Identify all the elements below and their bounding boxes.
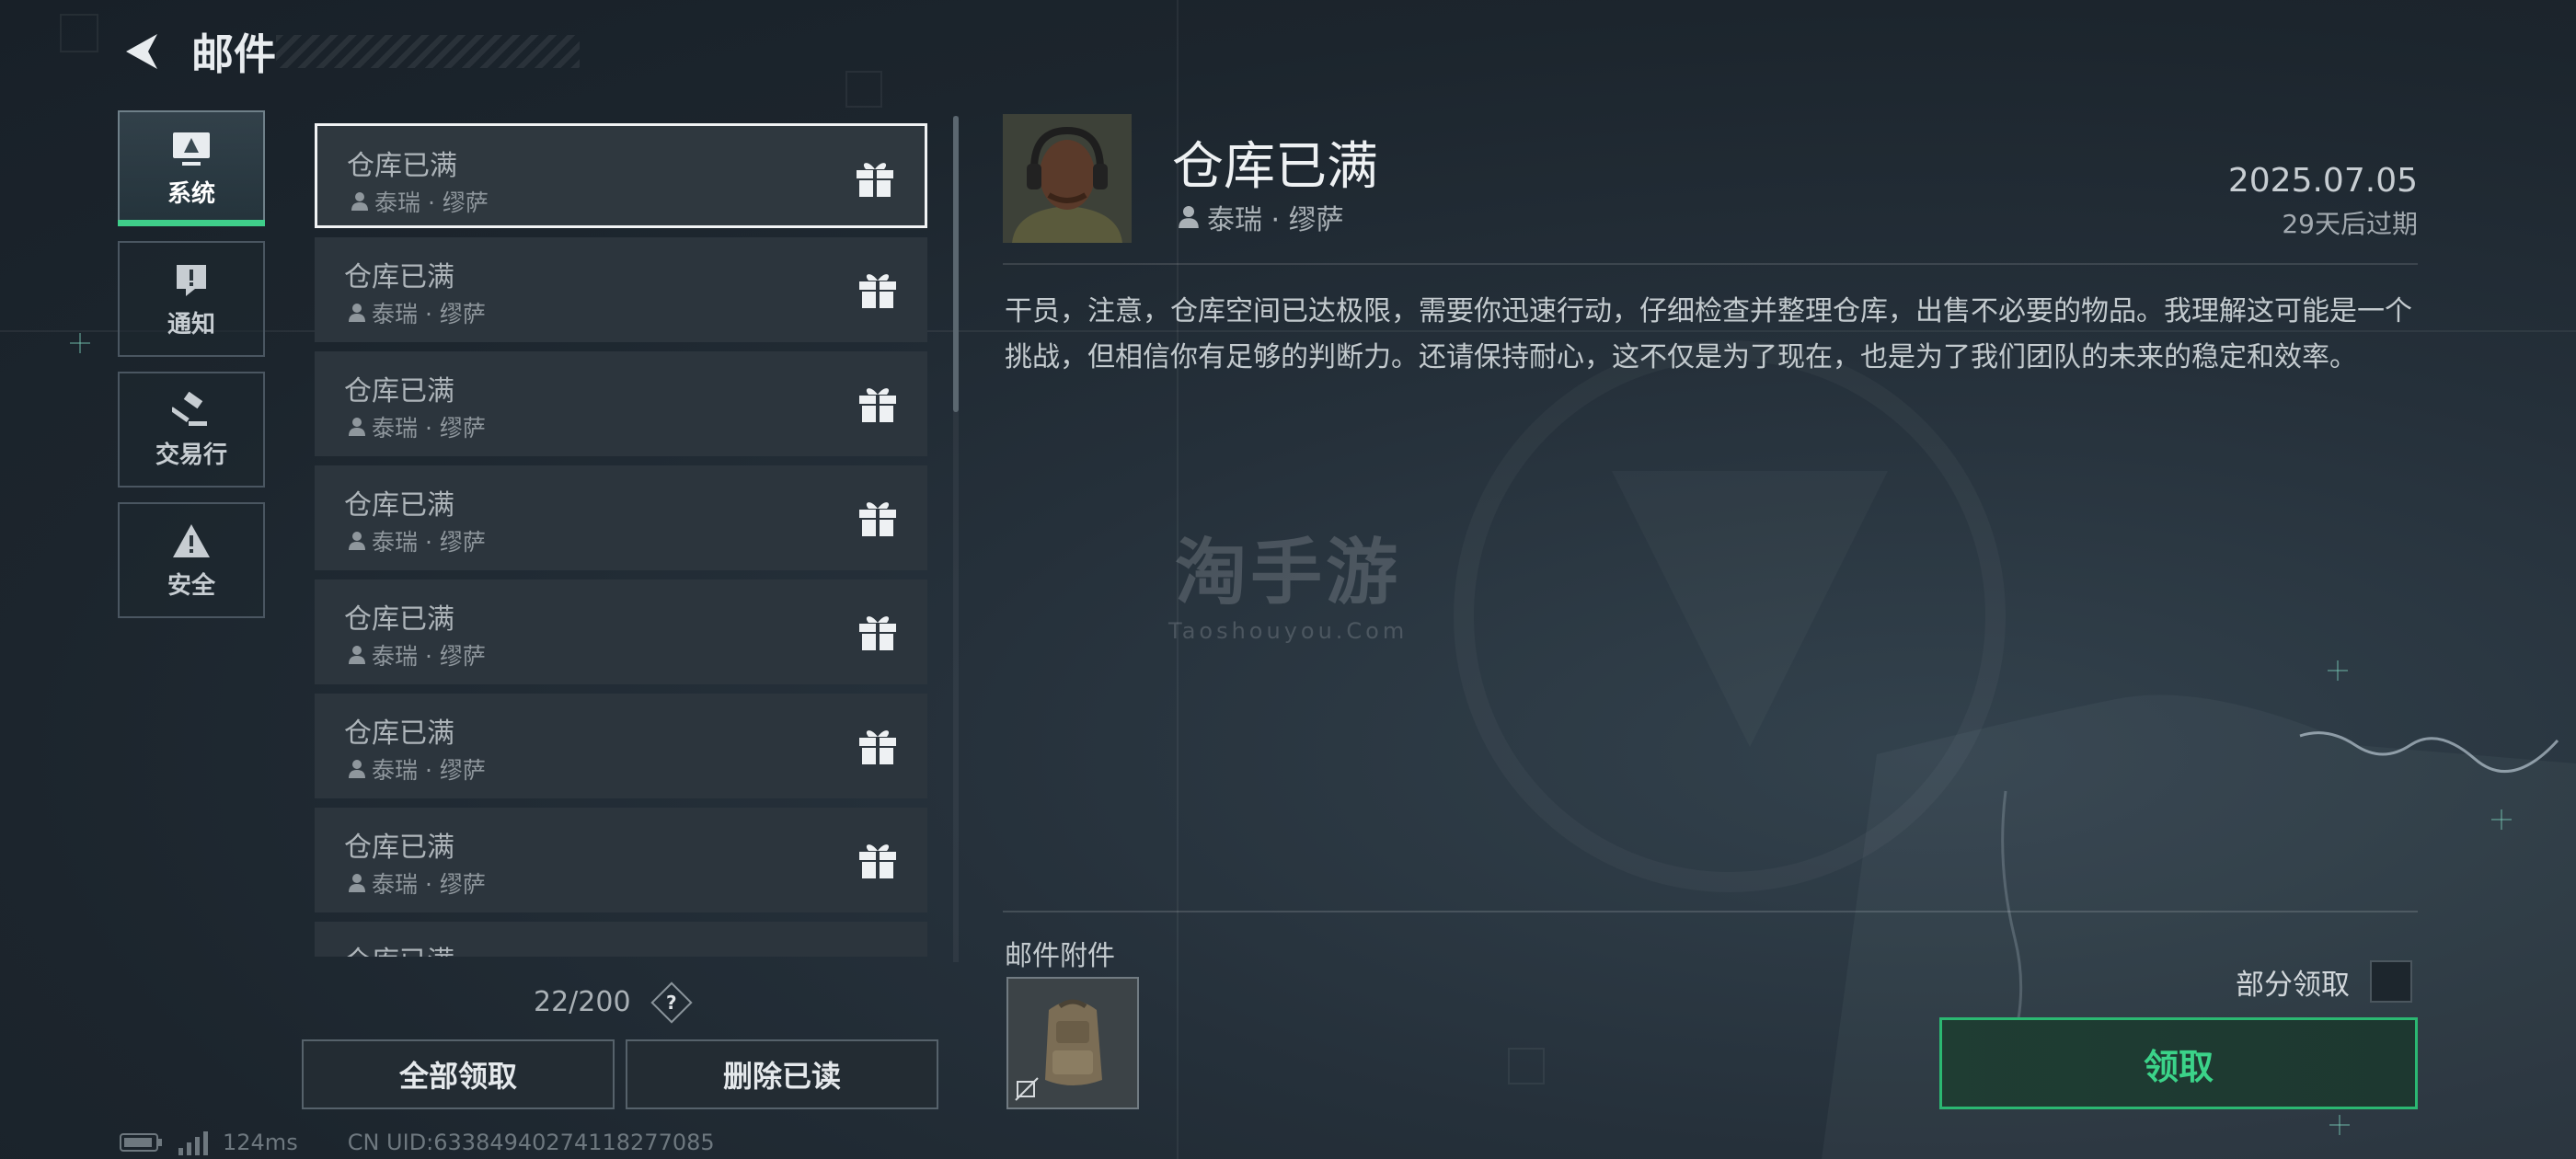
mail-item-sender: 泰瑞 · 缪萨 bbox=[374, 189, 489, 216]
mail-sender-row: 泰瑞 · 缪萨 bbox=[1178, 197, 1344, 237]
help-icon: ? bbox=[665, 991, 677, 1014]
watermark: 淘手游 Taoshouyou.Com bbox=[1168, 515, 1408, 644]
notice-icon bbox=[169, 259, 213, 300]
gift-icon bbox=[859, 502, 896, 536]
mail-item-sender-row: 泰瑞 · 缪萨 bbox=[351, 185, 489, 218]
mail-item-sender-row: 泰瑞 · 缪萨 bbox=[348, 638, 486, 671]
mail-list: 仓库已满 泰瑞 · 缪萨 仓库已满 泰瑞 · 缪萨 仓库已满 泰瑞 · 缪萨 仓… bbox=[313, 123, 931, 957]
tab-market[interactable]: 交易行 bbox=[118, 372, 265, 488]
partial-claim-checkbox[interactable] bbox=[2370, 960, 2412, 1003]
mail-item-sender-row: 泰瑞 · 缪萨 bbox=[348, 410, 486, 443]
mail-counter-row: 22/200 ? bbox=[534, 981, 693, 1024]
sender-avatar bbox=[1003, 114, 1132, 243]
person-icon bbox=[351, 192, 368, 211]
attachments-label: 邮件附件 bbox=[1005, 940, 1115, 972]
person-icon bbox=[349, 418, 365, 436]
delete-read-button[interactable]: 删除已读 bbox=[626, 1039, 938, 1109]
mail-item-sender-row: 泰瑞 · 缪萨 bbox=[348, 752, 486, 786]
mail-item-title: 仓库已满 bbox=[347, 150, 457, 182]
tab-notice-label: 通知 bbox=[167, 310, 215, 339]
header: 邮件 bbox=[118, 22, 276, 81]
mail-item-title: 仓库已满 bbox=[344, 261, 454, 293]
person-icon bbox=[349, 760, 365, 778]
signal-icon bbox=[177, 1130, 210, 1155]
mail-title: 仓库已满 bbox=[1172, 137, 1378, 197]
mail-item[interactable]: 仓库已满 泰瑞 · 缪萨 bbox=[315, 465, 927, 570]
mail-item-title: 仓库已满 bbox=[344, 717, 454, 750]
monitor-icon bbox=[169, 129, 213, 169]
watermark-sub: Taoshouyou.Com bbox=[1168, 618, 1409, 644]
unbound-icon bbox=[1015, 1077, 1039, 1101]
mail-item[interactable]: 仓库已满 泰瑞 · 缪萨 bbox=[315, 237, 927, 342]
watermark-main: 淘手游 bbox=[1175, 532, 1402, 614]
gift-icon bbox=[859, 388, 896, 422]
mail-item-title: 仓库已满 bbox=[344, 375, 454, 407]
battery-icon bbox=[120, 1132, 164, 1153]
mail-item-title: 仓库已满 bbox=[344, 603, 454, 636]
mail-item-selected[interactable]: 仓库已满 泰瑞 · 缪萨 bbox=[315, 123, 927, 228]
gift-icon bbox=[859, 730, 896, 764]
tab-security[interactable]: 安全 bbox=[118, 502, 265, 618]
warning-icon bbox=[169, 521, 213, 561]
mail-item[interactable]: 仓库已满 泰瑞 · 缪萨 bbox=[315, 580, 927, 684]
detail-divider bbox=[1003, 263, 2418, 265]
page-title: 邮件 bbox=[191, 29, 276, 79]
ping-value: 124ms bbox=[223, 1130, 298, 1155]
mail-counter: 22/200 bbox=[534, 986, 631, 1018]
mail-item-title: 仓库已满 bbox=[344, 832, 454, 864]
gift-icon bbox=[857, 163, 893, 197]
mail-expire: 29天后过期 bbox=[2282, 209, 2418, 239]
background-emblem bbox=[1454, 340, 2006, 892]
partial-claim-row: 部分领取 bbox=[2236, 960, 2412, 1003]
mail-item-title: 仓库已满 bbox=[344, 489, 454, 522]
partial-claim-label: 部分领取 bbox=[2236, 968, 2350, 1002]
mail-item-title: 仓库已满 bbox=[344, 938, 454, 957]
attachment-backpack[interactable] bbox=[1006, 977, 1139, 1109]
mail-body: 干员，注意，仓库空间已达极限，需要你迅速行动，仔细检查并整理仓库，出售不必要的物… bbox=[1005, 295, 2412, 373]
mail-item[interactable]: 仓库已满 bbox=[315, 922, 927, 957]
person-icon bbox=[349, 874, 365, 892]
tab-notice[interactable]: 通知 bbox=[118, 241, 265, 357]
mail-item[interactable]: 仓库已满 泰瑞 · 缪萨 bbox=[315, 351, 927, 456]
user-uid: CN UID:63384940274118277085 bbox=[347, 1130, 715, 1155]
mail-item[interactable]: 仓库已满 泰瑞 · 缪萨 bbox=[315, 694, 927, 798]
gift-icon bbox=[859, 844, 896, 878]
status-bar: 124ms CN UID:63384940274118277085 bbox=[120, 1130, 728, 1155]
mail-item-sender: 泰瑞 · 缪萨 bbox=[372, 415, 486, 442]
back-arrow-icon bbox=[126, 34, 157, 69]
gavel-icon bbox=[169, 390, 213, 430]
person-icon bbox=[1179, 206, 1199, 228]
back-button[interactable] bbox=[118, 28, 166, 75]
mail-item-sender: 泰瑞 · 缪萨 bbox=[372, 757, 486, 784]
person-icon bbox=[349, 532, 365, 550]
help-button[interactable]: ? bbox=[650, 981, 693, 1024]
gift-icon bbox=[859, 616, 896, 650]
mail-item-sender-row: 泰瑞 · 缪萨 bbox=[348, 296, 486, 329]
mail-sender: 泰瑞 · 缪萨 bbox=[1207, 204, 1344, 236]
tab-system-label: 系统 bbox=[167, 179, 215, 208]
mail-item[interactable]: 仓库已满 泰瑞 · 缪萨 bbox=[315, 808, 927, 912]
mail-item-sender: 泰瑞 · 缪萨 bbox=[372, 871, 486, 898]
tab-market-label: 交易行 bbox=[155, 441, 227, 469]
tab-security-label: 安全 bbox=[167, 571, 215, 600]
mail-list-scrollbar[interactable] bbox=[953, 116, 959, 412]
title-stripes bbox=[276, 35, 580, 68]
claim-button[interactable]: 领取 bbox=[1939, 1017, 2418, 1109]
mail-item-sender: 泰瑞 · 缪萨 bbox=[372, 529, 486, 556]
mail-item-sender-row: 泰瑞 · 缪萨 bbox=[348, 524, 486, 557]
tab-system[interactable]: 系统 bbox=[118, 110, 265, 226]
attachments-divider bbox=[1003, 911, 2418, 912]
mail-item-sender-row: 泰瑞 · 缪萨 bbox=[348, 866, 486, 900]
mail-item-sender: 泰瑞 · 缪萨 bbox=[372, 301, 486, 327]
mail-item-sender: 泰瑞 · 缪萨 bbox=[372, 643, 486, 670]
mail-date: 2025.07.05 bbox=[2227, 162, 2418, 200]
gift-icon bbox=[859, 274, 896, 308]
person-icon bbox=[349, 646, 365, 664]
claim-all-button[interactable]: 全部领取 bbox=[302, 1039, 615, 1109]
person-icon bbox=[349, 304, 365, 322]
